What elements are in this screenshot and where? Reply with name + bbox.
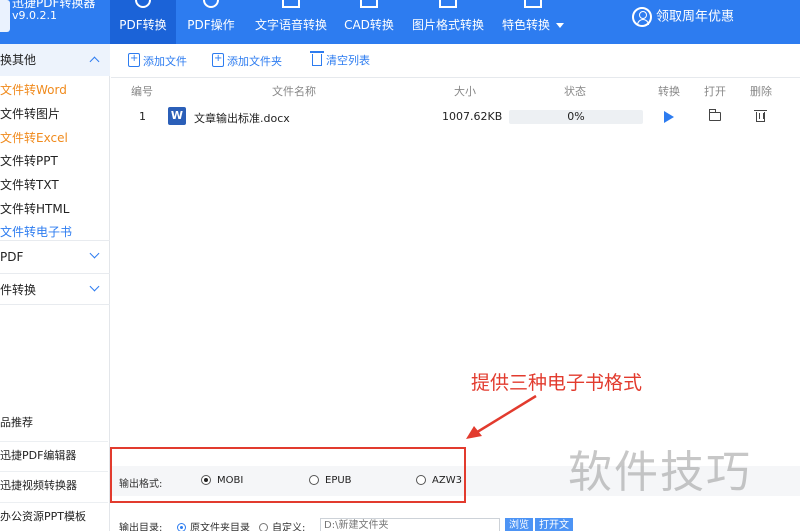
sidebar: 换其他 文件转Word 文件转图片 文件转Excel 文件转PPT 文件转TXT…: [0, 44, 110, 531]
file-toolbar: 添加文件 添加文件夹 清空列表: [111, 44, 800, 78]
output-dir-label: 输出目录:: [119, 523, 163, 531]
app-version: v9.0.2.1: [12, 9, 57, 22]
word-file-icon: W: [168, 107, 186, 125]
header-open: 打开: [704, 85, 726, 98]
row-file-size: 1007.62KB: [442, 110, 503, 123]
sidebar-item-to-excel[interactable]: 文件转Excel: [0, 127, 108, 149]
chevron-down-icon: [89, 281, 100, 292]
cad-icon: [360, 0, 378, 8]
output-dir-custom-label: 自定义:: [272, 523, 306, 531]
sidebar-item-to-txt[interactable]: 文件转TXT: [0, 174, 108, 196]
output-dir-source-label: 原文件夹目录: [190, 523, 250, 531]
watermark: 软件技巧: [568, 447, 752, 498]
tab-text-speech[interactable]: 文字语音转换: [250, 0, 332, 44]
row-progress-text: 0%: [567, 110, 585, 123]
row-index: 1: [139, 110, 146, 123]
tab-label: PDF转换: [119, 18, 167, 32]
sidebar-group-other[interactable]: 换其他: [0, 44, 110, 76]
app-logo-icon: [0, 0, 10, 32]
format-highlight-box: [110, 447, 466, 503]
radio-checked-icon: [177, 523, 186, 531]
sidebar-item-to-html[interactable]: 文件转HTML: [0, 198, 108, 220]
output-dir-source-option[interactable]: 原文件夹目录: [177, 519, 250, 531]
row-file-name: 文章输出标准.docx: [194, 112, 290, 125]
tab-label: 图片格式转换: [411, 18, 484, 32]
special-convert-icon: [524, 0, 542, 8]
header-index: 编号: [131, 85, 153, 98]
file-table-header: 编号 文件名称 大小 状态 转换 打开 删除: [111, 80, 800, 100]
add-folder-icon: [212, 51, 224, 67]
sidebar-item-to-image[interactable]: 文件转图片: [0, 103, 108, 125]
output-dir-custom-option[interactable]: 自定义:: [259, 519, 305, 531]
tab-cad-convert[interactable]: CAD转换: [338, 0, 400, 44]
header-name: 文件名称: [272, 85, 316, 98]
user-icon: [632, 7, 652, 27]
add-file-button[interactable]: 添加文件: [128, 51, 187, 69]
header-delete: 删除: [750, 85, 772, 98]
add-file-label: 添加文件: [143, 55, 187, 68]
link-ppt-templates[interactable]: 办公资源PPT模板: [0, 502, 108, 530]
chevron-down-icon: [556, 23, 564, 28]
sidebar-item-to-word[interactable]: 文件转Word: [0, 79, 108, 101]
output-path-input[interactable]: [320, 518, 500, 531]
output-directory-row: 输出目录: 原文件夹目录 自定义: 浏览 打开文: [111, 517, 800, 531]
pdf-operations-icon: [203, 0, 219, 8]
text-speech-icon: [282, 0, 300, 8]
tab-label: PDF操作: [187, 18, 235, 32]
clear-list-button[interactable]: 清空列表: [310, 51, 370, 69]
clear-list-icon: [310, 51, 324, 66]
tab-special-convert[interactable]: 特色转换: [496, 0, 570, 44]
sidebar-group-label: 件转换: [0, 283, 37, 297]
open-folder-text-button[interactable]: 打开文: [535, 518, 573, 531]
header-size: 大小: [454, 85, 476, 98]
table-row[interactable]: 1 W 文章输出标准.docx 1007.62KB 0%: [111, 104, 800, 130]
recommend-title: 品推荐: [0, 416, 33, 429]
pdf-convert-icon: [135, 0, 151, 8]
tab-label-wrap: 特色转换: [496, 16, 570, 33]
tab-pdf-operations[interactable]: PDF操作: [180, 0, 242, 44]
tab-label: 文字语音转换: [254, 18, 327, 32]
sidebar-group-file-convert[interactable]: 件转换: [0, 273, 110, 305]
sidebar-group-label: 换其他: [0, 53, 37, 67]
tab-label: 特色转换: [501, 18, 550, 32]
annotation-callout: 提供三种电子书格式: [471, 372, 643, 394]
add-folder-button[interactable]: 添加文件夹: [212, 51, 282, 69]
annotation-arrow-icon: [466, 394, 537, 439]
sidebar-group-pdf[interactable]: PDF: [0, 240, 110, 272]
clear-list-label: 清空列表: [326, 54, 370, 67]
image-icon: [439, 0, 457, 8]
tab-image-format[interactable]: 图片格式转换: [406, 0, 490, 44]
sidebar-item-to-ppt[interactable]: 文件转PPT: [0, 150, 108, 172]
top-navigation-bar: 迅捷PDF转换器 v9.0.2.1 PDF转换 PDF操作 文字语音转换 CAD…: [0, 0, 800, 44]
tab-label: CAD转换: [344, 18, 394, 32]
header-convert: 转换: [658, 85, 680, 98]
delete-row-button[interactable]: [754, 110, 767, 122]
row-progress-bar: 0%: [509, 110, 643, 124]
browse-button[interactable]: 浏览: [505, 518, 533, 531]
promo-label: 领取周年优惠: [656, 9, 735, 25]
add-file-icon: [128, 51, 140, 67]
sidebar-group-label: PDF: [0, 250, 24, 264]
app-window: 迅捷PDF转换器 v9.0.2.1 PDF转换 PDF操作 文字语音转换 CAD…: [0, 0, 800, 531]
link-pdf-editor[interactable]: 迅捷PDF编辑器: [0, 441, 108, 469]
promo-button[interactable]: 领取周年优惠: [632, 7, 734, 31]
open-folder-button[interactable]: [709, 109, 721, 121]
add-folder-label: 添加文件夹: [227, 55, 282, 68]
convert-play-button[interactable]: [664, 111, 674, 123]
tab-pdf-convert[interactable]: PDF转换: [110, 0, 176, 44]
header-status: 状态: [564, 85, 586, 98]
link-video-converter[interactable]: 迅捷视频转换器: [0, 471, 108, 499]
chevron-down-icon: [89, 248, 100, 259]
radio-unchecked-icon: [259, 523, 268, 531]
chevron-up-icon: [89, 56, 100, 67]
